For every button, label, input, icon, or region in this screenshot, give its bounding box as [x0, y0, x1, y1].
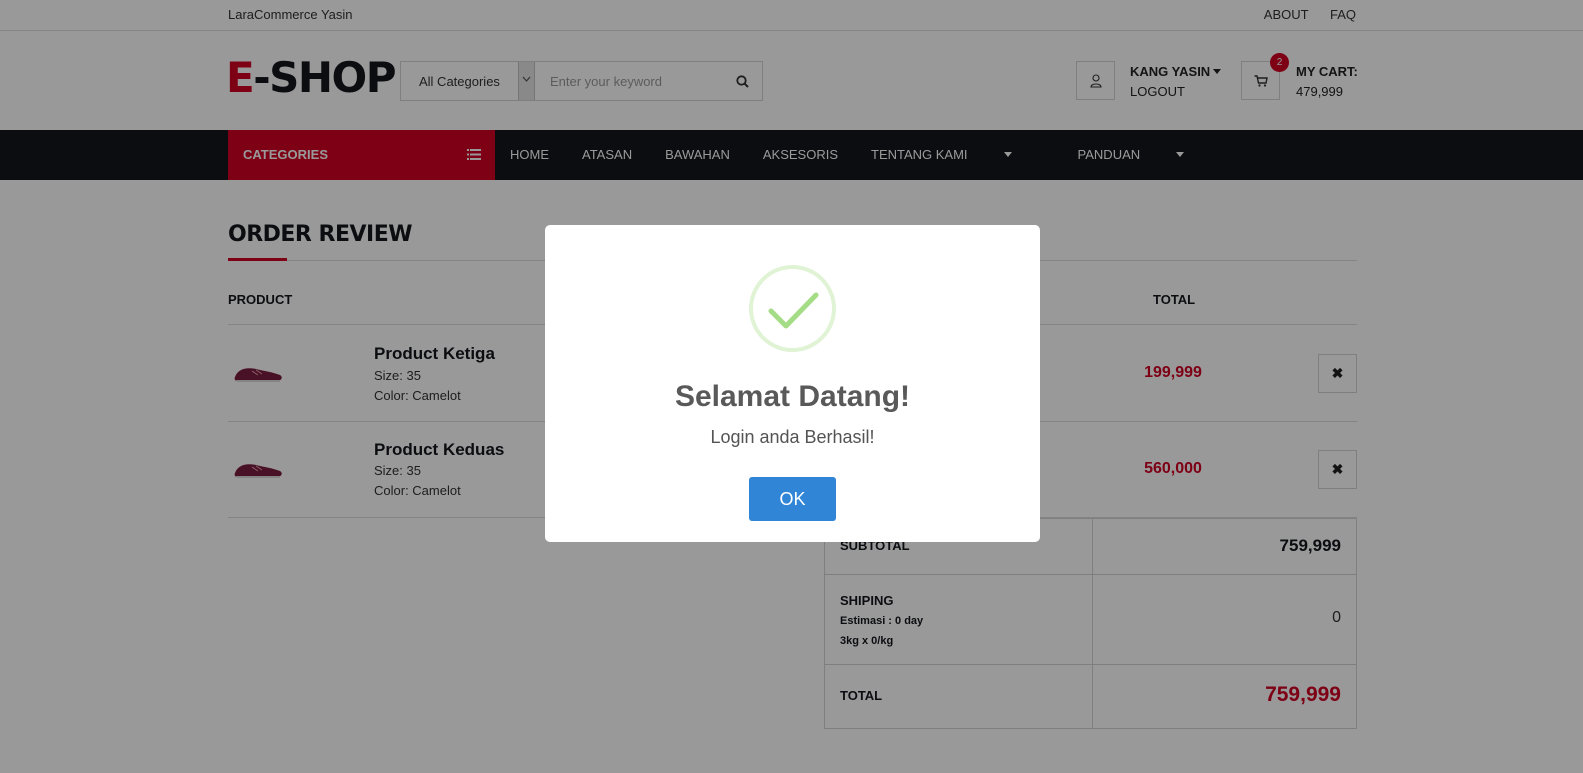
- success-check-icon: [749, 265, 836, 352]
- ok-button[interactable]: OK: [749, 477, 836, 521]
- success-dialog: Selamat Datang! Login anda Berhasil! OK: [545, 225, 1040, 542]
- dialog-title: Selamat Datang!: [674, 380, 911, 413]
- dialog-message: Login anda Berhasil!: [710, 427, 875, 447]
